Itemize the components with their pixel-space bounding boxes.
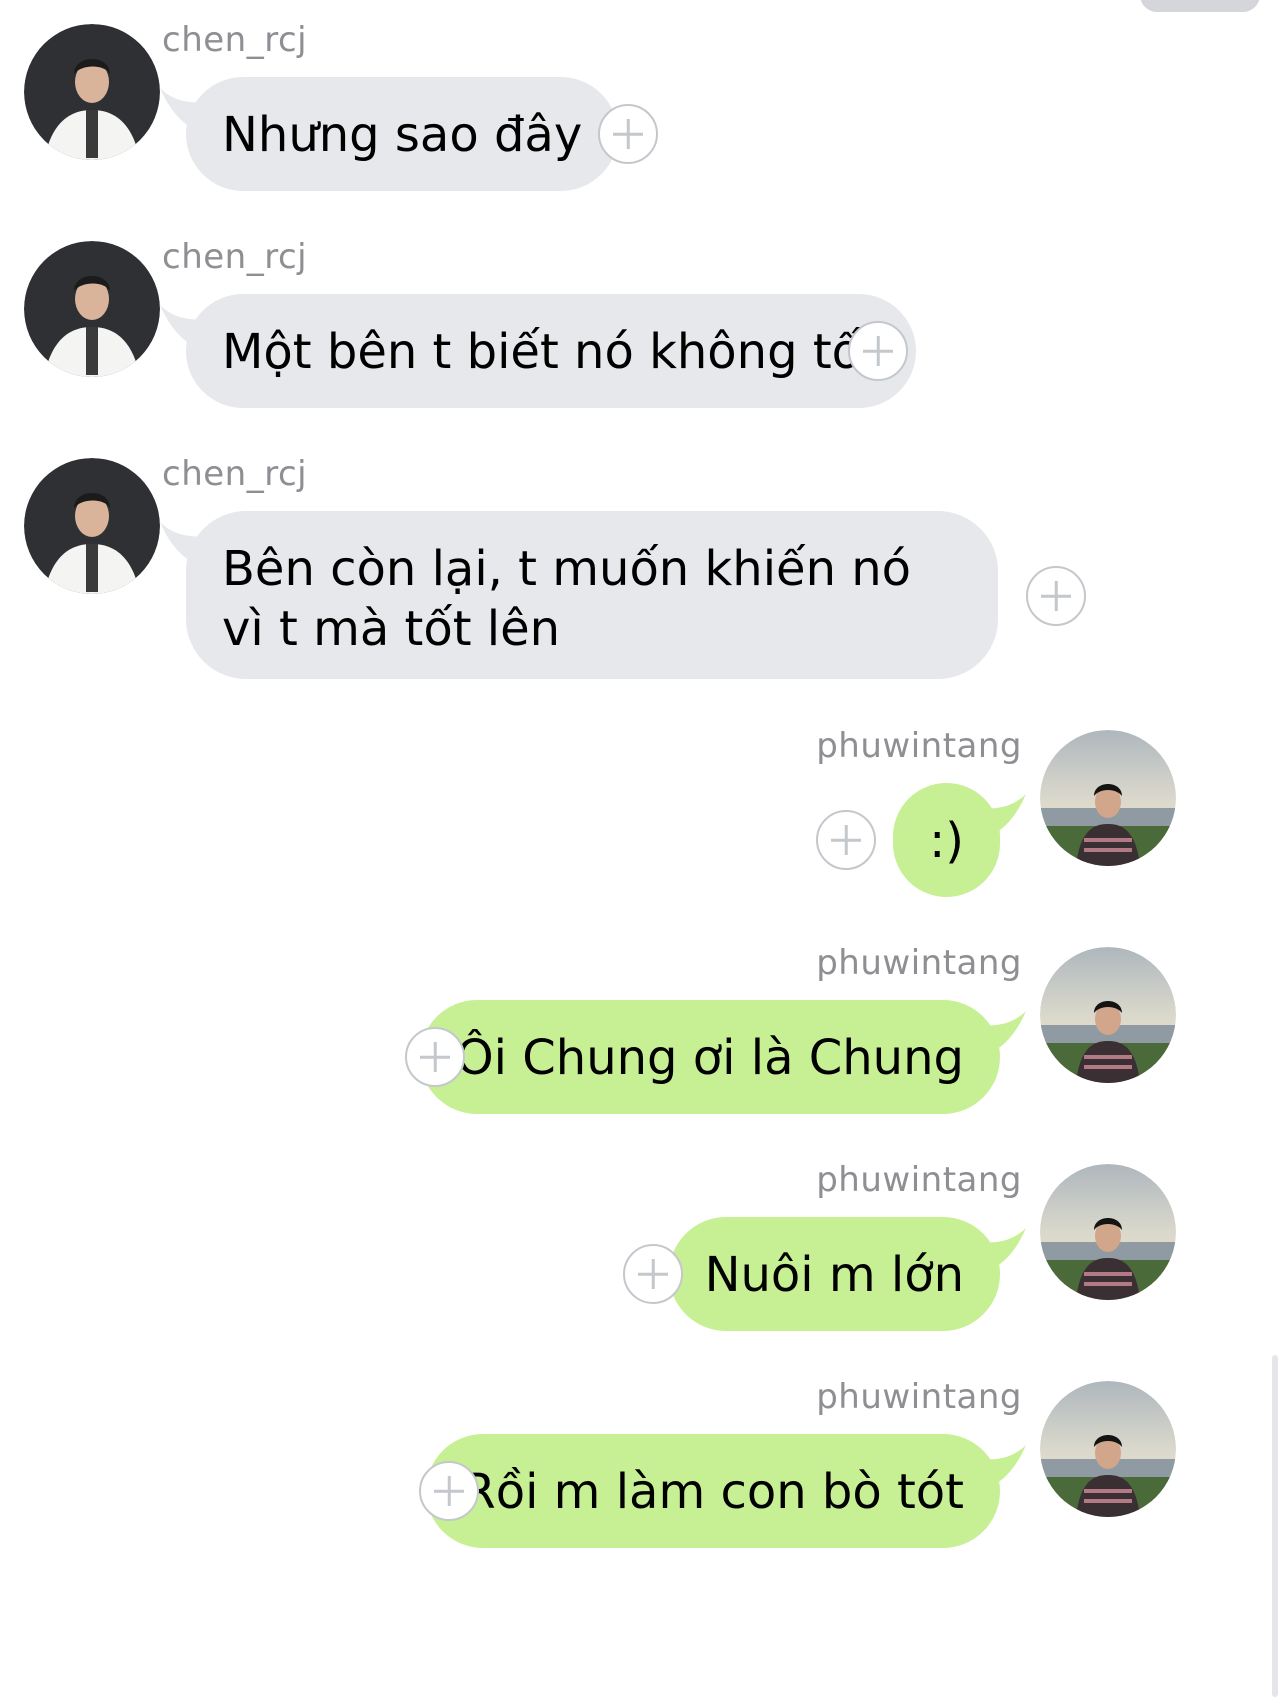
message-text: Một bên t biết nó không tốt <box>222 324 880 380</box>
message-text: Nhưng sao đây <box>222 107 583 163</box>
chat-thread: chen_rcj Nhưng sao đây chen_rcj Một bên … <box>0 0 1284 1697</box>
add-reaction-icon[interactable] <box>816 810 876 870</box>
message-bubble[interactable]: Nhưng sao đây <box>186 77 619 191</box>
message-text: Ôi Chung ơi là Chung <box>455 1030 964 1086</box>
message-text: Rồi m làm con bò tót <box>462 1464 964 1520</box>
lakeside-avatar-icon[interactable] <box>1040 1164 1176 1300</box>
portrait-avatar-icon[interactable] <box>24 24 160 160</box>
message-text: Nuôi m lớn <box>704 1247 964 1303</box>
sender-username: chen_rcj <box>162 454 308 494</box>
sender-username: phuwintang <box>816 943 1022 983</box>
sender-username: phuwintang <box>816 1160 1022 1200</box>
add-reaction-icon[interactable] <box>598 104 658 164</box>
message-bubble[interactable]: Nuôi m lớn <box>668 1217 1000 1331</box>
portrait-avatar-icon[interactable] <box>24 458 160 594</box>
lakeside-avatar-icon[interactable] <box>1040 947 1176 1083</box>
add-reaction-icon[interactable] <box>623 1244 683 1304</box>
message-bubble[interactable]: Một bên t biết nó không tốt <box>186 294 916 408</box>
add-reaction-icon[interactable] <box>405 1027 465 1087</box>
scrollbar[interactable] <box>1272 1355 1278 1697</box>
top-pill <box>1140 0 1260 12</box>
lakeside-avatar-icon[interactable] <box>1040 730 1176 866</box>
message-text: :) <box>929 813 964 869</box>
sender-username: phuwintang <box>816 1377 1022 1417</box>
sender-username: chen_rcj <box>162 237 308 277</box>
add-reaction-icon[interactable] <box>419 1461 479 1521</box>
add-reaction-icon[interactable] <box>848 321 908 381</box>
message-bubble[interactable]: :) <box>893 783 1000 897</box>
portrait-avatar-icon[interactable] <box>24 241 160 377</box>
add-reaction-icon[interactable] <box>1026 566 1086 626</box>
message-text: Bên còn lại, t muốn khiến nó vì t mà tốt… <box>222 541 912 657</box>
message-bubble[interactable]: Bên còn lại, t muốn khiến nó vì t mà tốt… <box>186 511 998 679</box>
message-bubble[interactable]: Ôi Chung ơi là Chung <box>419 1000 1000 1114</box>
message-bubble[interactable]: Rồi m làm con bò tót <box>426 1434 1000 1548</box>
sender-username: chen_rcj <box>162 20 308 60</box>
sender-username: phuwintang <box>816 726 1022 766</box>
lakeside-avatar-icon[interactable] <box>1040 1381 1176 1517</box>
